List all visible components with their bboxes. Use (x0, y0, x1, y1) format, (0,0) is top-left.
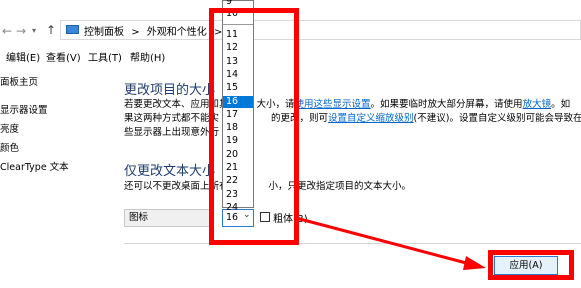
menu-view[interactable]: 查看(V) (46, 49, 81, 64)
text: 果这两种方式都不能实 (124, 113, 220, 124)
section-title-text-size: 仅更改文本大小 (124, 164, 216, 179)
item-select[interactable]: 图标 (124, 209, 214, 227)
text: 。如 (551, 99, 571, 110)
annotation-highlight-apply (488, 250, 574, 280)
history-dropdown-icon[interactable]: ▾ (32, 26, 36, 35)
sidebar-item-display-settings[interactable]: 显示器设置 (0, 102, 48, 116)
section-title-change-size: 更改项目的大小 (124, 83, 216, 98)
sidebar-item-home[interactable]: 面板主页 (0, 74, 38, 88)
display-settings-link[interactable]: 使用这些显示设置 (295, 99, 371, 110)
dropdown-option[interactable]: 9 (223, 0, 253, 8)
breadcrumb-appearance[interactable]: 外观和个性化 (147, 27, 207, 38)
magnifier-link[interactable]: 放大镜 (523, 99, 552, 110)
breadcrumb-separator: > (131, 27, 140, 38)
text: (不建议)。设置自定义级别可能会导致在某 (413, 113, 581, 124)
menu-edit[interactable]: 编辑(E) (6, 49, 40, 64)
sidebar-item-color[interactable]: 颜色 (0, 140, 19, 154)
text: 。如果要临时放大部分屏幕，请使用 (370, 99, 523, 110)
custom-scaling-link[interactable]: 设置自定义缩放级别 (328, 113, 414, 124)
sidebar-item-cleartype[interactable]: ClearType 文本 (0, 159, 69, 173)
paragraph-line-1: 若要更改文本、应用和其 大小，请使用这些显示设置。如果要临时放大部分屏幕，请使用放… (124, 98, 570, 112)
paragraph-line-3: 些显示器上出现意外行 (124, 127, 220, 138)
divider (124, 243, 581, 244)
breadcrumb-control-panel[interactable]: 控制面板 (84, 27, 124, 38)
paragraph-line-2: 果这两种方式都不能实 的更改，则可设置自定义缩放级别(不建议)。设置自定义级别可能… (124, 112, 581, 126)
sidebar-item-brightness[interactable]: 亮度 (0, 121, 19, 135)
annotation-highlight-dropdown (209, 8, 299, 245)
control-panel-icon (66, 25, 79, 34)
menu-help[interactable]: 帮助(H) (130, 49, 165, 64)
up-arrow-icon[interactable]: ↑ (46, 23, 56, 37)
menu-tools[interactable]: 工具(T) (88, 49, 122, 64)
back-arrow-icon[interactable]: ← (2, 24, 12, 38)
forward-arrow-icon[interactable]: → (16, 24, 26, 38)
